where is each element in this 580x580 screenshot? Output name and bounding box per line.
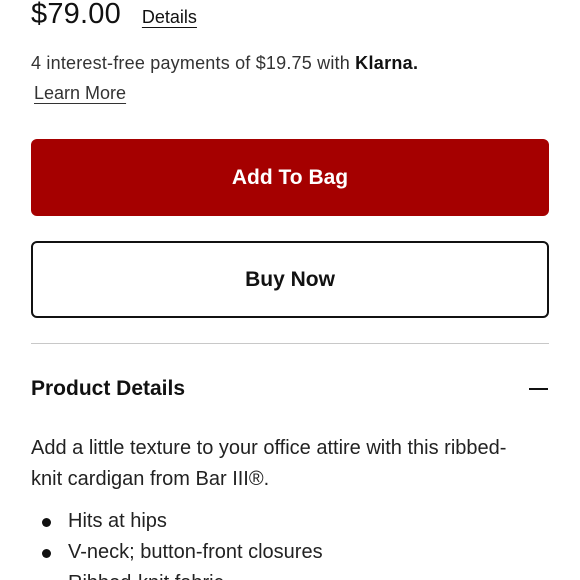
price-row: $79.00 Details bbox=[31, 0, 197, 31]
list-item-text: Hits at hips bbox=[68, 510, 167, 532]
klarna-logo: Klarna. bbox=[355, 53, 419, 73]
klarna-payment-info: 4 interest-free payments of $19.75 with … bbox=[31, 53, 418, 74]
product-details-accordion-header[interactable]: Product Details bbox=[31, 372, 549, 406]
klarna-learn-more-link[interactable]: Learn More bbox=[34, 83, 126, 104]
product-feature-list: Hits at hips V-neck; button-front closur… bbox=[31, 506, 323, 580]
list-item-text: V-neck; button-front closures bbox=[68, 541, 323, 563]
list-item: V-neck; button-front closures bbox=[31, 537, 323, 568]
list-item: Hits at hips bbox=[31, 506, 323, 537]
bullet-icon bbox=[42, 518, 51, 527]
buy-now-button[interactable]: Buy Now bbox=[31, 241, 549, 318]
product-purchase-panel: $79.00 Details 4 interest-free payments … bbox=[0, 0, 580, 580]
list-item: Ribbed-knit fabric bbox=[31, 568, 323, 580]
list-item-text: Ribbed-knit fabric bbox=[68, 572, 224, 580]
add-to-bag-button[interactable]: Add To Bag bbox=[31, 139, 549, 216]
minus-icon[interactable] bbox=[527, 378, 549, 400]
product-description: Add a little texture to your office atti… bbox=[31, 437, 507, 490]
product-price: $79.00 bbox=[31, 0, 121, 30]
minus-icon-bar bbox=[528, 388, 548, 390]
klarna-installment-text: 4 interest-free payments of $19.75 with bbox=[31, 53, 350, 73]
product-details-title: Product Details bbox=[31, 377, 186, 400]
price-details-link[interactable]: Details bbox=[142, 7, 197, 28]
section-divider bbox=[31, 343, 549, 344]
bullet-icon bbox=[42, 549, 51, 558]
